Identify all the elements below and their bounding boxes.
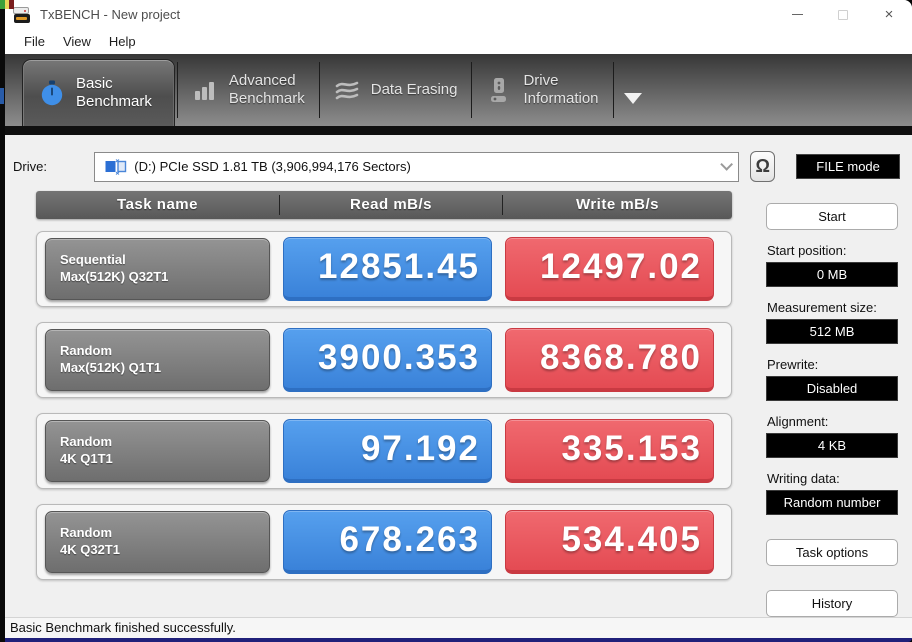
tab-label: Drive Information	[523, 72, 599, 107]
status-bar: Basic Benchmark finished successfully.	[5, 616, 912, 638]
write-value: 335.153	[505, 418, 714, 483]
drive-select[interactable]: (D:) PCIe SSD 1.81 TB (3,906,994,176 Sec…	[94, 151, 740, 182]
write-value: 12497.02	[505, 236, 714, 301]
menu-view[interactable]: View	[54, 31, 100, 52]
tab-data-erasing[interactable]: Data Erasing	[320, 54, 472, 126]
stopwatch-icon	[41, 80, 63, 105]
file-mode-badge[interactable]: FILE mode	[796, 154, 900, 180]
task-button-sequential-max-q32t1[interactable]: Sequential Max(512K) Q32T1	[45, 237, 270, 300]
prewrite-value[interactable]: Disabled	[766, 375, 898, 401]
alignment-label: Alignment:	[767, 413, 829, 429]
minimize-button[interactable]	[774, 0, 820, 30]
chevron-down-icon	[720, 158, 734, 171]
start-button[interactable]: Start	[766, 202, 898, 230]
minimize-icon	[791, 14, 803, 16]
tab-label: Basic Benchmark	[76, 75, 152, 110]
drive-row: Drive: (D:) PCIe SSD 1.81 TB (3,906,994,…	[13, 151, 900, 183]
table-row: Random Max(512K) Q1T1 3900.353 8368.780	[36, 321, 732, 398]
writing-data-label: Writing data:	[767, 470, 840, 486]
maximize-icon	[838, 9, 848, 20]
drive-stack-icon	[13, 6, 29, 14]
table-header: Task name Read mB/s Write mB/s	[36, 190, 732, 219]
benchmark-table: Task name Read mB/s Write mB/s Sequentia…	[36, 190, 732, 617]
write-value: 8368.780	[505, 327, 714, 392]
read-value: 678.263	[283, 509, 492, 574]
tab-drive-information[interactable]: Drive Information	[472, 54, 612, 126]
disk-icon	[105, 158, 127, 175]
tab-separator	[612, 61, 614, 118]
read-value: 12851.45	[283, 236, 492, 301]
status-message: Basic Benchmark finished successfully.	[10, 620, 236, 636]
txbench-window: TxBENCH - New project × File View Help B…	[5, 0, 912, 642]
tab-label: Data Erasing	[370, 80, 458, 98]
menu-help[interactable]: Help	[100, 31, 145, 52]
tab-basic-benchmark[interactable]: Basic Benchmark	[22, 58, 175, 126]
app-icon	[13, 6, 33, 24]
measurement-size-value[interactable]: 512 MB	[766, 318, 898, 344]
drive-selected-value: (D:) PCIe SSD 1.81 TB (3,906,994,176 Sec…	[134, 159, 411, 175]
bar-chart-icon	[194, 81, 214, 100]
tab-advanced-benchmark[interactable]: Advanced Benchmark	[178, 54, 319, 126]
background-window-fragment	[0, 88, 4, 104]
writing-data-value[interactable]: Random number	[766, 489, 898, 515]
alignment-value[interactable]: 4 KB	[766, 432, 898, 458]
task-button-random-4k-q32t1[interactable]: Random 4K Q32T1	[45, 510, 270, 573]
measurement-size-label: Measurement size:	[767, 299, 877, 315]
write-value: 534.405	[505, 509, 714, 574]
header-read: Read mB/s	[349, 196, 433, 214]
tab-band: Basic Benchmark Advanced Benchmark Data Er…	[5, 53, 912, 126]
title-bar: TxBENCH - New project ×	[5, 0, 912, 30]
start-position-value[interactable]: 0 MB	[766, 261, 898, 287]
drive-label: Drive:	[13, 159, 47, 175]
tab-label: Advanced Benchmark	[228, 72, 305, 107]
maximize-button[interactable]	[820, 0, 866, 30]
tab-band-underline	[5, 125, 912, 135]
settings-sidebar: Start Start position: 0 MB Measurement s…	[766, 191, 898, 617]
close-button[interactable]: ×	[866, 0, 912, 30]
task-button-random-4k-q1t1[interactable]: Random 4K Q1T1	[45, 419, 270, 482]
table-row: Random 4K Q1T1 97.192 335.153	[36, 412, 732, 489]
header-task-name: Task name	[117, 196, 198, 214]
menu-bar: File View Help	[5, 29, 912, 54]
refresh-drives-button[interactable]: Ω	[750, 151, 776, 183]
refresh-icon: Ω	[755, 156, 770, 177]
drive-icon	[491, 77, 507, 102]
read-value: 3900.353	[283, 327, 492, 392]
table-row: Sequential Max(512K) Q32T1 12851.45 1249…	[36, 230, 732, 307]
content-area: Drive: (D:) PCIe SSD 1.81 TB (3,906,994,…	[5, 134, 912, 617]
task-button-random-max-q1t1[interactable]: Random Max(512K) Q1T1	[45, 328, 270, 391]
menu-file[interactable]: File	[15, 31, 54, 52]
close-icon: ×	[884, 6, 894, 24]
prewrite-label: Prewrite:	[767, 356, 819, 372]
task-options-button[interactable]: Task options	[766, 538, 898, 566]
header-write: Write mB/s	[575, 196, 660, 214]
more-tabs-dropdown-icon[interactable]	[623, 93, 642, 104]
window-title: TxBENCH - New project	[40, 7, 181, 23]
read-value: 97.192	[283, 418, 492, 483]
start-position-label: Start position:	[767, 242, 847, 258]
history-button[interactable]: History	[766, 589, 898, 617]
background-taskbar-icon	[0, 0, 15, 9]
table-row: Random 4K Q32T1 678.263 534.405	[36, 503, 732, 580]
main-area: Task name Read mB/s Write mB/s Sequentia…	[9, 190, 900, 617]
erase-waves-icon	[335, 81, 359, 99]
